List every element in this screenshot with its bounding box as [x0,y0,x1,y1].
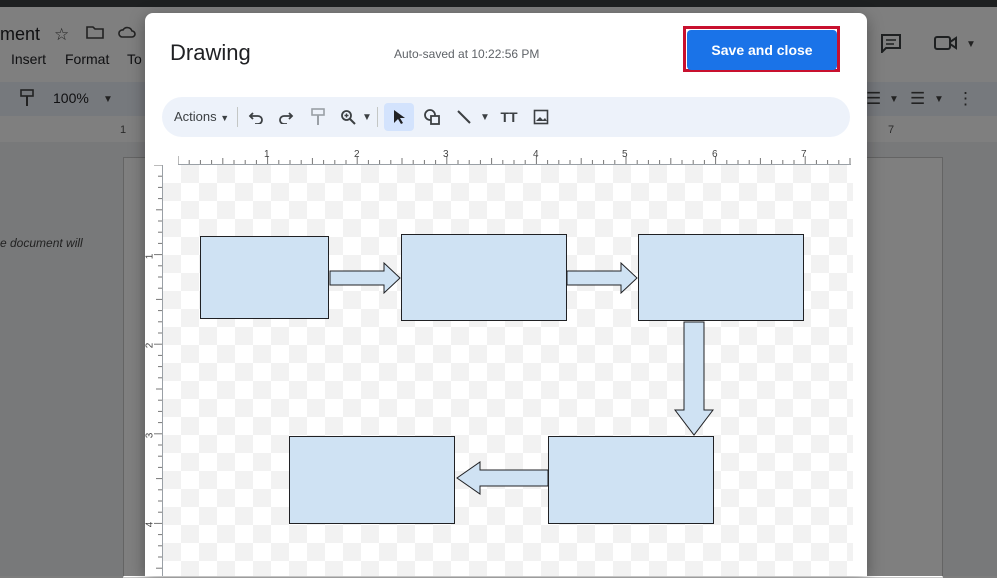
dialog-title: Drawing [170,40,251,65]
ruler-ticks [178,156,851,164]
rectangle-shape[interactable] [200,236,329,319]
left-arrow-shape[interactable] [455,461,549,495]
right-arrow-shape[interactable] [329,262,402,294]
drawing-canvas[interactable] [163,165,853,576]
ruler-number: 3 [145,432,156,439]
rectangle-shape[interactable] [638,234,804,321]
ruler-ticks [154,165,162,569]
vertical-ruler [145,165,163,576]
divider [377,107,378,127]
drawing-dialog: Drawing Auto-saved at 10:22:56 PM Save a… [145,13,867,576]
down-arrow-shape[interactable] [673,321,715,437]
chevron-down-icon: ▼ [480,112,490,123]
ruler-number: 4 [145,521,156,528]
ruler-number: 2 [354,149,360,160]
divider [237,107,238,127]
actions-label: Actions [174,109,217,124]
text-box-icon[interactable]: TT [497,105,521,129]
image-icon[interactable] [529,105,553,129]
shape-icon[interactable] [420,105,444,129]
autosave-status: Auto-saved at 10:22:56 PM [394,47,540,61]
rectangle-shape[interactable] [289,436,455,524]
line-icon[interactable] [452,105,476,129]
ruler-number: 5 [622,149,628,160]
paint-format-icon[interactable] [306,105,330,129]
ruler-number: 2 [145,342,156,349]
zoom-icon[interactable] [336,105,360,129]
ruler-number: 6 [712,149,718,160]
horizontal-ruler [178,146,851,165]
select-icon[interactable] [384,103,414,131]
ruler-number: 7 [801,149,807,160]
drawing-toolbar: Actions ▼ ▼ ▼ TT [162,97,850,137]
ruler-number: 4 [533,149,539,160]
rectangle-shape[interactable] [548,436,714,524]
rectangle-shape[interactable] [401,234,567,321]
actions-menu[interactable]: Actions ▼ [174,109,229,124]
save-and-close-button[interactable]: Save and close [687,30,837,70]
redo-icon[interactable] [274,105,298,129]
right-arrow-shape[interactable] [566,262,639,294]
undo-icon[interactable] [244,105,268,129]
chevron-down-icon: ▼ [220,113,230,123]
ruler-number: 3 [443,149,449,160]
chevron-down-icon: ▼ [362,112,372,123]
ruler-number: 1 [264,149,270,160]
ruler-number: 1 [145,253,156,260]
